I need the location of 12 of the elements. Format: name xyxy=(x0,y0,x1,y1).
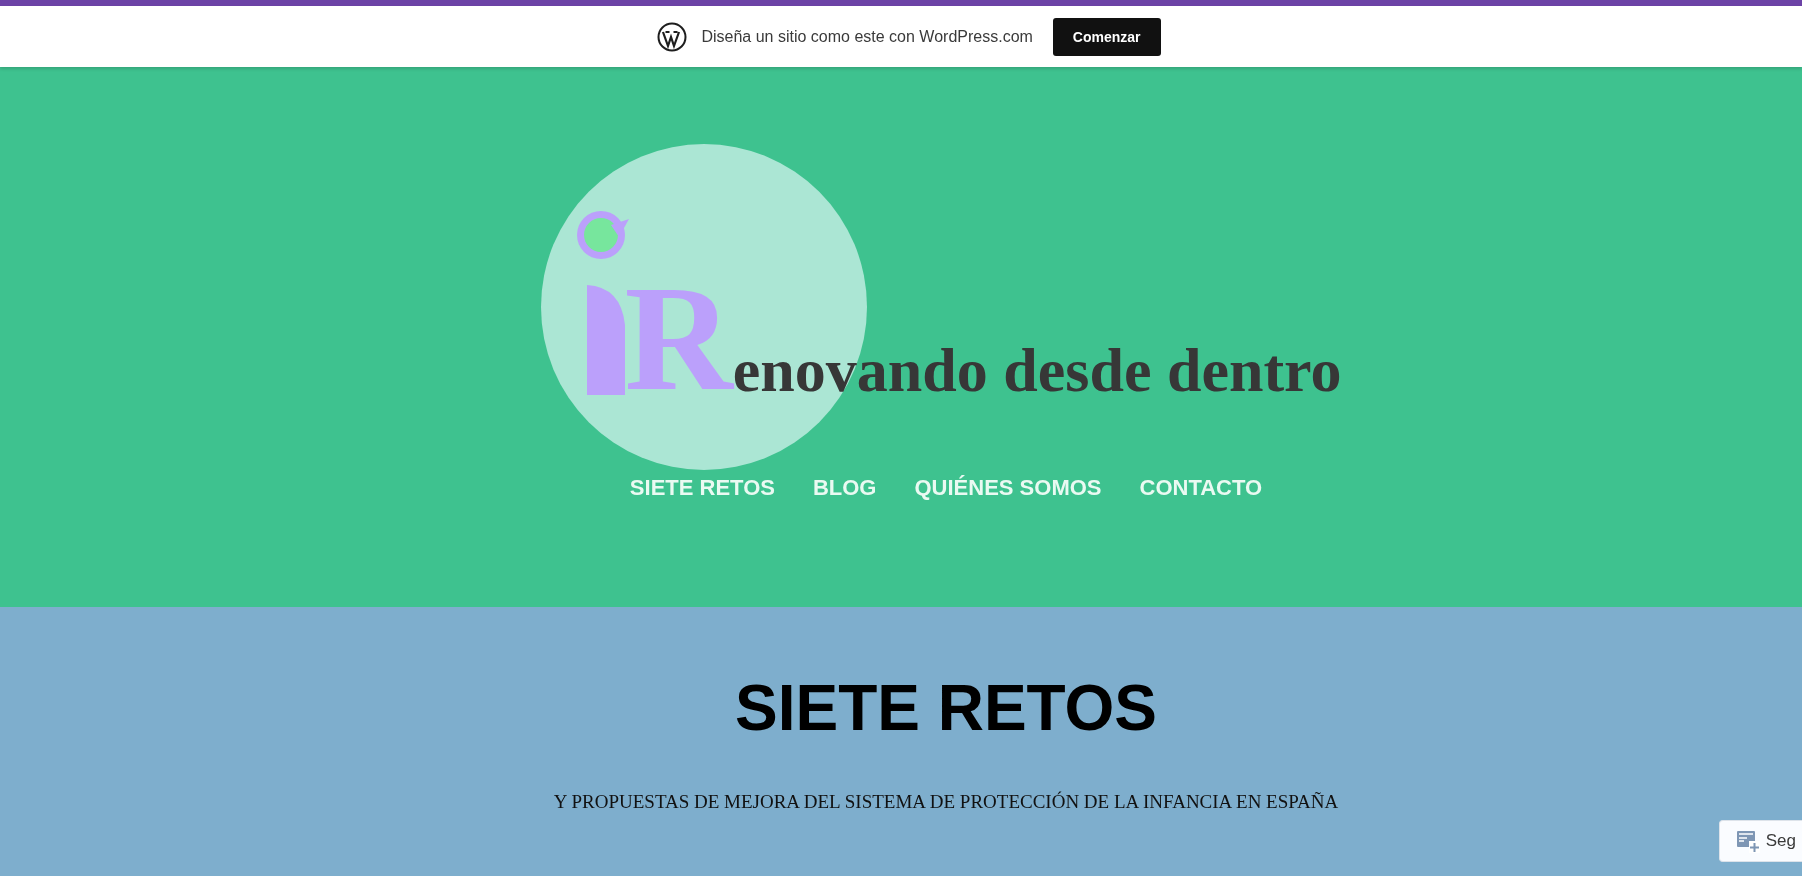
logo-initial: R xyxy=(624,263,733,413)
promo-text: Diseña un sitio como este con WordPress.com xyxy=(701,27,1033,46)
page-title: SIETE RETOS xyxy=(735,673,1157,744)
start-button[interactable]: Comenzar xyxy=(1052,17,1161,56)
reader-add-icon xyxy=(1735,829,1760,853)
wordpress-logo-icon xyxy=(657,21,688,52)
page-subtitle: Y PROPUESTAS DE MEJORA DEL SISTEMA DE PROTECCIÓN DE LA INFANCIA EN ESPAÑA xyxy=(552,790,1340,815)
nav-link[interactable]: BLOG xyxy=(812,475,877,501)
nav-link[interactable]: CONTACTO xyxy=(1139,475,1263,501)
nav-link[interactable]: SIETE RETOS xyxy=(629,475,775,501)
follow-button[interactable]: Seg xyxy=(1718,820,1802,862)
nav-link[interactable]: QUIÉNES SOMOS xyxy=(914,475,1102,501)
